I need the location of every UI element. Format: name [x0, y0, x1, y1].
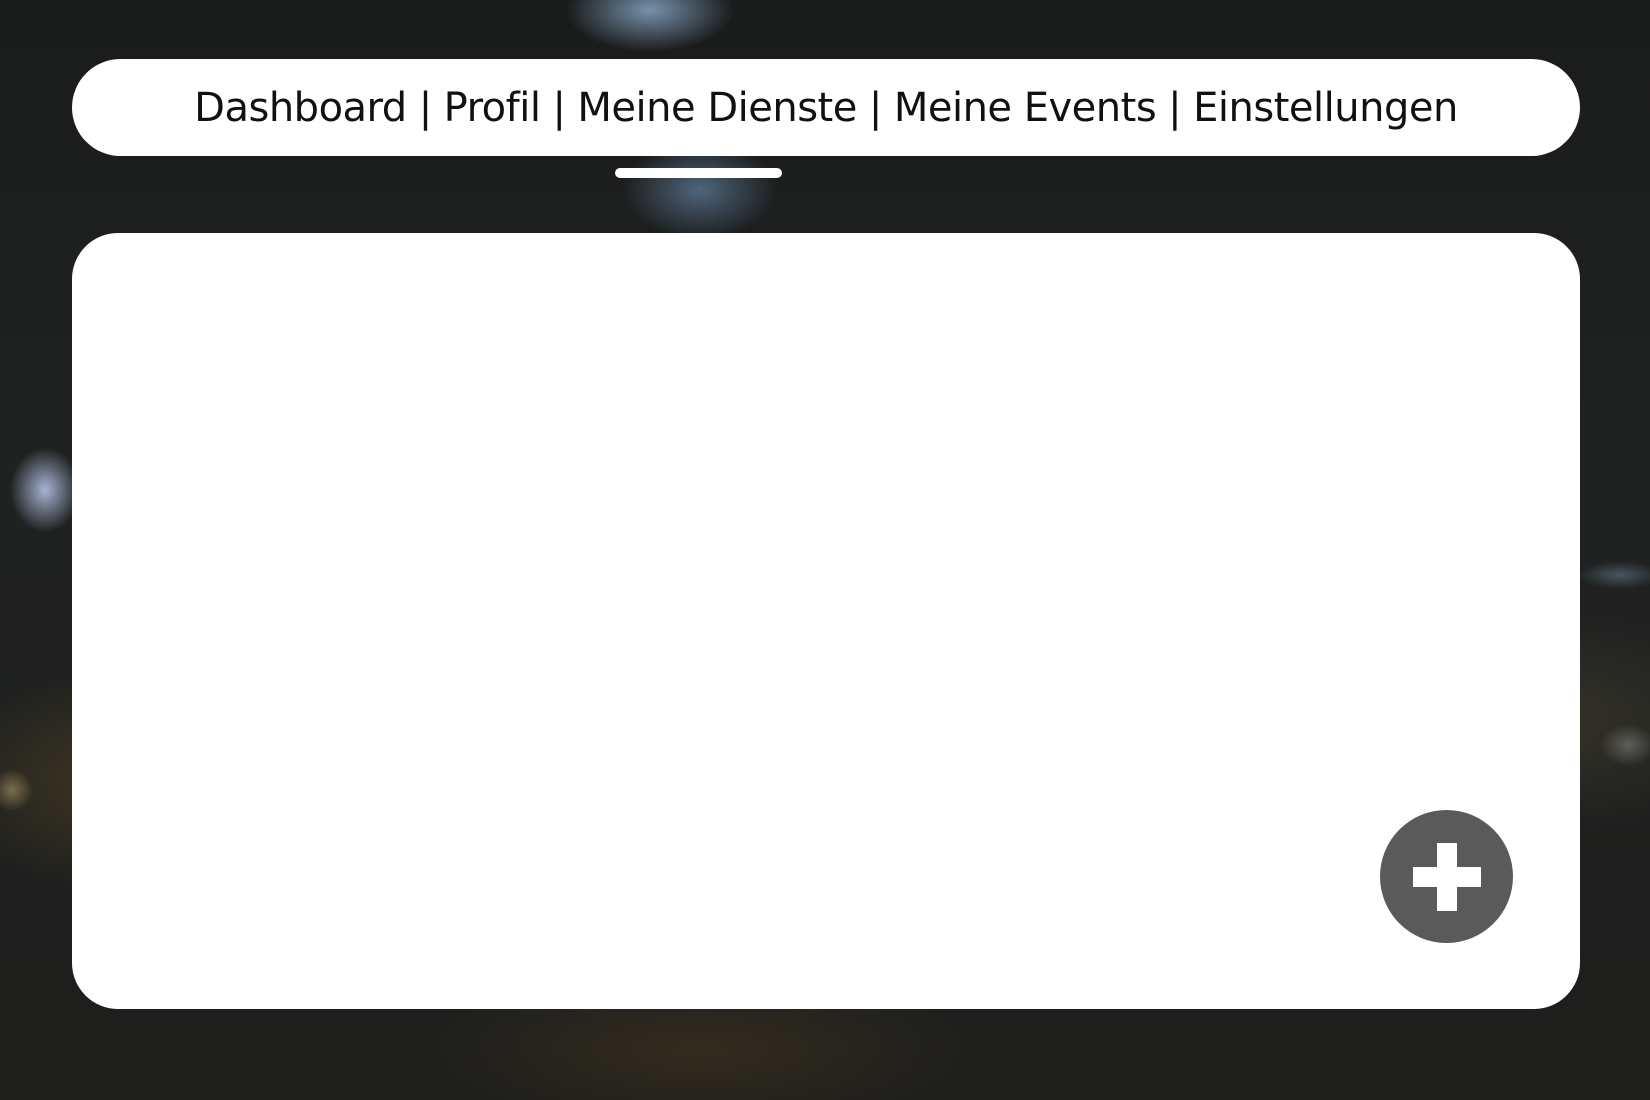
nav-separator: |: [552, 84, 566, 131]
nav-item-dashboard[interactable]: Dashboard: [194, 85, 407, 131]
nav-item-meine-events[interactable]: Meine Events: [894, 85, 1157, 131]
plus-icon: [1412, 842, 1481, 911]
nav-items: Dashboard | Profil | Meine Dienste | Mei…: [194, 85, 1458, 131]
active-tab-indicator: [615, 168, 782, 178]
nav-separator: |: [868, 84, 882, 131]
nav-item-meine-dienste[interactable]: Meine Dienste: [577, 85, 857, 131]
top-navigation: Dashboard | Profil | Meine Dienste | Mei…: [72, 59, 1580, 156]
add-button[interactable]: [1380, 810, 1513, 943]
nav-separator: |: [1168, 84, 1182, 131]
nav-item-profil[interactable]: Profil: [444, 85, 541, 131]
nav-item-einstellungen[interactable]: Einstellungen: [1193, 85, 1458, 131]
content-panel: [72, 233, 1580, 1009]
nav-separator: |: [418, 84, 432, 131]
